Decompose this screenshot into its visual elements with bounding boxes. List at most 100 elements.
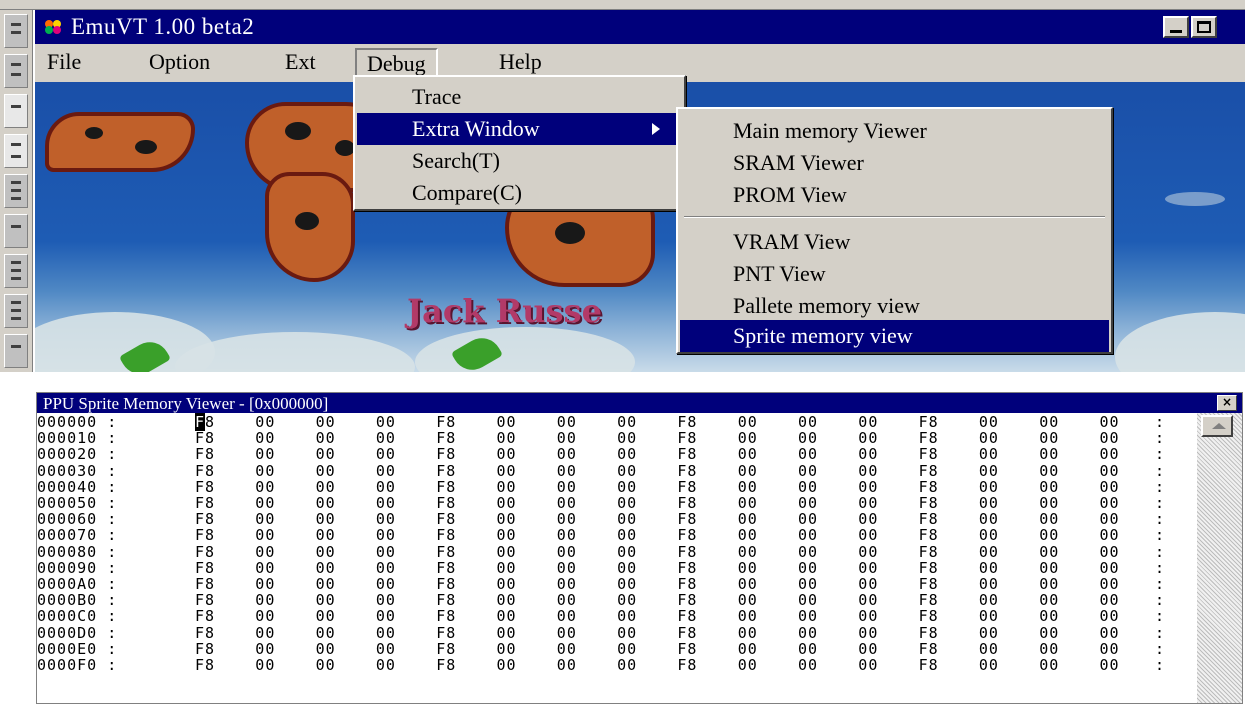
hex-byte[interactable]: 00 [557, 657, 577, 673]
vertical-scrollbar[interactable] [1197, 413, 1242, 703]
hex-byte[interactable]: 00 [738, 463, 758, 479]
hex-byte[interactable]: 00 [557, 511, 577, 527]
hex-byte[interactable]: 00 [858, 544, 878, 560]
hex-byte[interactable]: 00 [255, 463, 275, 479]
taskbar-button[interactable] [4, 214, 28, 248]
hex-byte[interactable]: 00 [617, 446, 637, 462]
hex-byte[interactable]: 00 [858, 625, 878, 641]
hex-byte[interactable]: 00 [376, 576, 396, 592]
hex-byte[interactable]: 00 [497, 625, 517, 641]
hex-byte[interactable]: 00 [617, 527, 637, 543]
hex-byte[interactable]: 00 [497, 463, 517, 479]
hex-byte[interactable]: 00 [738, 495, 758, 511]
hex-byte[interactable]: 00 [316, 657, 336, 673]
hex-byte[interactable]: F8 [919, 446, 939, 462]
hex-byte[interactable]: 00 [255, 446, 275, 462]
hex-byte[interactable]: F8 [677, 544, 697, 560]
hex-byte[interactable]: F8 [195, 608, 215, 624]
hex-byte[interactable]: F8 [677, 560, 697, 576]
hex-byte[interactable]: 00 [979, 657, 999, 673]
menu-ext[interactable]: Ext [279, 48, 322, 78]
hex-byte[interactable]: 00 [798, 592, 818, 608]
taskbar-button[interactable] [4, 254, 28, 288]
menu-debug[interactable]: Debug [355, 48, 438, 78]
hex-byte[interactable]: F8 [436, 560, 456, 576]
hex-byte[interactable]: F8 [919, 527, 939, 543]
hex-byte[interactable]: 00 [1100, 414, 1120, 430]
hex-byte[interactable]: F8 [677, 495, 697, 511]
hex-byte[interactable]: 00 [1039, 608, 1059, 624]
hex-byte[interactable]: 00 [1100, 495, 1120, 511]
hex-byte[interactable]: 00 [798, 608, 818, 624]
hex-byte[interactable]: F8 [919, 608, 939, 624]
hex-byte[interactable]: 00 [557, 414, 577, 430]
menu-option[interactable]: Option [143, 48, 216, 78]
hex-byte[interactable]: F8 [677, 592, 697, 608]
hex-byte[interactable]: 00 [557, 608, 577, 624]
hex-byte[interactable]: F8 [436, 527, 456, 543]
hex-byte[interactable]: 00 [738, 657, 758, 673]
minimize-button[interactable] [1163, 16, 1189, 38]
hex-byte[interactable]: 00 [798, 479, 818, 495]
hex-byte[interactable]: 00 [1100, 641, 1120, 657]
hex-byte[interactable]: F8 [436, 495, 456, 511]
hex-byte[interactable]: 00 [497, 544, 517, 560]
hex-byte[interactable]: 00 [979, 641, 999, 657]
hex-byte[interactable]: 00 [376, 527, 396, 543]
hex-byte[interactable]: 00 [316, 446, 336, 462]
hex-byte[interactable]: 00 [376, 560, 396, 576]
menu-item-sram-viewer[interactable]: SRAM Viewer [680, 147, 1109, 179]
hex-byte[interactable]: 00 [1100, 463, 1120, 479]
hex-byte[interactable]: F8 [436, 592, 456, 608]
hex-byte[interactable]: 00 [798, 414, 818, 430]
hex-byte[interactable]: 00 [798, 511, 818, 527]
hex-byte[interactable]: 00 [979, 479, 999, 495]
hex-byte[interactable]: 00 [376, 430, 396, 446]
hex-byte[interactable]: 00 [1039, 560, 1059, 576]
menu-item-compare[interactable]: Compare(C) [357, 177, 682, 209]
hex-byte[interactable]: 00 [617, 511, 637, 527]
hex-byte[interactable]: 00 [738, 560, 758, 576]
hex-byte[interactable]: 00 [1100, 511, 1120, 527]
hex-byte[interactable]: 00 [738, 527, 758, 543]
hex-byte[interactable]: 00 [316, 625, 336, 641]
hex-byte[interactable]: 00 [316, 544, 336, 560]
hex-byte[interactable]: 00 [858, 479, 878, 495]
hex-byte[interactable]: 00 [979, 527, 999, 543]
hex-byte[interactable]: F8 [677, 414, 697, 430]
viewer-titlebar[interactable]: PPU Sprite Memory Viewer - [0x000000] × [37, 393, 1242, 413]
hex-byte[interactable]: 00 [617, 495, 637, 511]
hex-byte[interactable]: 00 [316, 414, 336, 430]
hex-byte[interactable]: 00 [557, 592, 577, 608]
hex-byte[interactable]: 00 [617, 657, 637, 673]
hex-byte[interactable]: 00 [798, 430, 818, 446]
hex-byte[interactable]: F8 [436, 479, 456, 495]
hex-byte[interactable]: 00 [858, 414, 878, 430]
hex-byte[interactable]: F8 [436, 641, 456, 657]
hex-byte[interactable]: 00 [798, 657, 818, 673]
hex-byte[interactable]: 00 [798, 544, 818, 560]
hex-byte[interactable]: 00 [738, 641, 758, 657]
hex-byte[interactable]: F8 [677, 608, 697, 624]
hex-byte[interactable]: 00 [1100, 479, 1120, 495]
menu-item-main-memory-viewer[interactable]: Main memory Viewer [680, 115, 1109, 147]
hex-byte[interactable]: 00 [617, 414, 637, 430]
hex-byte[interactable]: 00 [497, 414, 517, 430]
hex-byte[interactable]: 00 [1039, 495, 1059, 511]
maximize-button[interactable] [1191, 16, 1217, 38]
hex-byte[interactable]: 00 [376, 511, 396, 527]
hex-byte[interactable]: 00 [497, 527, 517, 543]
hex-byte[interactable]: 00 [979, 430, 999, 446]
hex-byte[interactable]: F8 [436, 608, 456, 624]
hex-byte[interactable]: 00 [979, 544, 999, 560]
hex-byte[interactable]: F8 [919, 511, 939, 527]
hex-byte[interactable]: 00 [557, 527, 577, 543]
hex-byte[interactable]: F8 [195, 430, 215, 446]
hex-byte[interactable]: F8 [919, 495, 939, 511]
hex-byte[interactable]: 00 [497, 560, 517, 576]
hex-byte[interactable]: F8 [195, 544, 215, 560]
hex-byte[interactable]: 00 [255, 511, 275, 527]
hex-byte[interactable]: 00 [1039, 625, 1059, 641]
hex-byte[interactable]: 00 [617, 608, 637, 624]
hex-byte[interactable]: 00 [1100, 608, 1120, 624]
